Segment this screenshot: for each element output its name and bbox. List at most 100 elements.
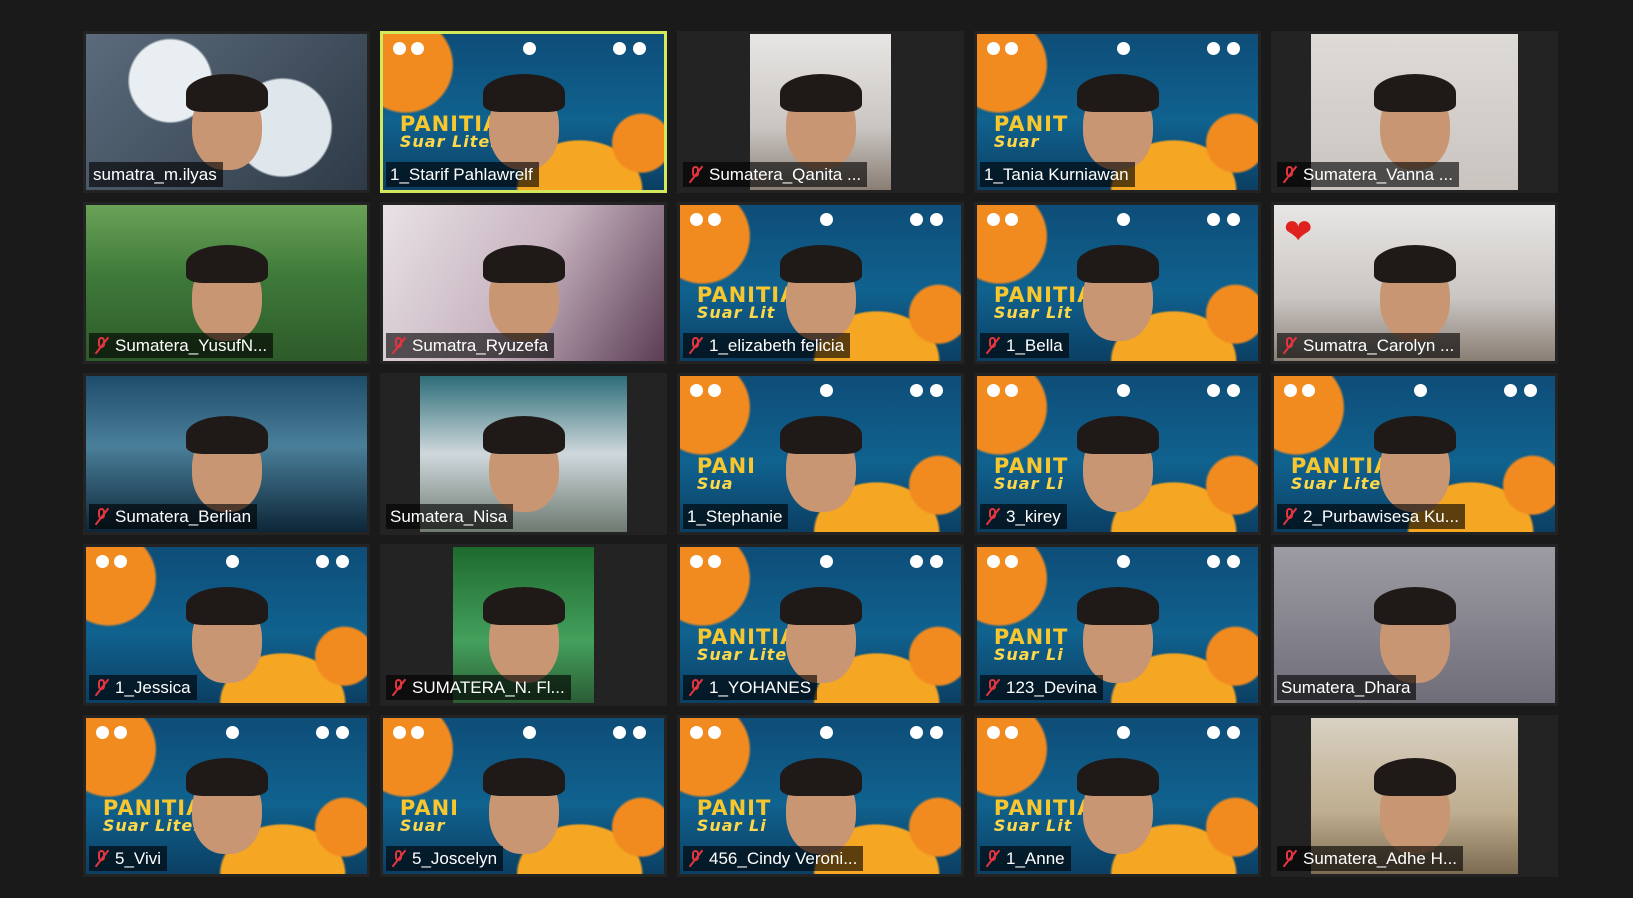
participant-name: Sumatra_Carolyn ... xyxy=(1303,336,1455,355)
muted-microphone-icon xyxy=(984,849,1001,868)
participant-nametag: Sumatera_Qanita ... xyxy=(683,162,868,187)
logo-icon xyxy=(613,42,626,55)
muted-microphone-icon xyxy=(93,849,110,868)
logo-icon xyxy=(910,726,923,739)
participant-tile[interactable]: SUMATERA_N. Fl... xyxy=(380,544,667,706)
virtual-background-banner: PANITIA Suar Lite xyxy=(1291,456,1392,493)
logo-icon xyxy=(336,555,349,568)
participant-name: Sumatera_Nisa xyxy=(390,507,508,526)
logo-icon xyxy=(1227,726,1240,739)
logo-icon xyxy=(987,555,1000,568)
participant-nametag: Sumatera_Berlian xyxy=(89,504,258,529)
sponsor-logos xyxy=(1284,384,1545,398)
participant-face xyxy=(1076,415,1159,512)
banner-subtitle: Suar Liter xyxy=(399,132,500,152)
participant-tile[interactable]: Sumatera_Vanna ... xyxy=(1271,31,1558,193)
participant-tile[interactable]: PANI Sua 1_Stephanie xyxy=(677,373,964,535)
participant-tile[interactable]: Sumatera_Qanita ... xyxy=(677,31,964,193)
participant-tile[interactable]: sumatra_m.ilyas xyxy=(83,31,370,193)
logo-icon xyxy=(336,726,349,739)
participant-name: Sumatera_Dhara xyxy=(1281,678,1411,697)
logo-icon xyxy=(613,726,626,739)
muted-microphone-icon xyxy=(687,165,704,184)
banner-subtitle: Suar Li xyxy=(696,816,767,836)
logo-icon xyxy=(393,726,406,739)
participant-name: 1_Jessica xyxy=(115,678,191,697)
sponsor-logos xyxy=(393,726,654,740)
participant-tile[interactable]: PANIT Suar Li 3_kirey xyxy=(974,373,1261,535)
participant-name: 1_Tania Kurniawan xyxy=(984,165,1129,184)
sponsor-logos xyxy=(96,726,357,740)
logo-icon xyxy=(1005,42,1018,55)
logo-icon xyxy=(1207,384,1220,397)
logo-icon xyxy=(1207,555,1220,568)
participant-face xyxy=(1076,757,1159,854)
logo-icon xyxy=(633,42,646,55)
sponsor-logos xyxy=(987,555,1248,569)
logo-icon xyxy=(1284,384,1297,397)
sponsor-logos xyxy=(690,555,951,569)
logo-icon xyxy=(987,42,1000,55)
logo-icon xyxy=(1302,384,1315,397)
participant-name: sumatra_m.ilyas xyxy=(93,165,217,184)
participant-name: 5_Vivi xyxy=(115,849,161,868)
logo-icon xyxy=(1207,42,1220,55)
participant-name: 1_Bella xyxy=(1006,336,1063,355)
participant-tile[interactable]: ❤ Sumatra_Carolyn ... xyxy=(1271,202,1558,364)
participant-tile[interactable]: Sumatera_Dhara xyxy=(1271,544,1558,706)
participant-tile[interactable]: PANITIA Suar Lit 1_elizabeth felicia xyxy=(677,202,964,364)
participant-name: SUMATERA_N. Fl... xyxy=(412,678,565,697)
video-gallery-grid: sumatra_m.ilyas PANITIA Suar Liter 1_Starif… xyxy=(83,31,1558,877)
participant-name: 1_Starif Pahlawrelf xyxy=(390,165,533,184)
participant-nametag: 1_Stephanie xyxy=(683,504,789,529)
logo-icon xyxy=(930,213,943,226)
participant-face xyxy=(1373,415,1456,512)
participant-tile[interactable]: PANITIA Suar Lit 1_Anne xyxy=(974,715,1261,877)
participant-face xyxy=(779,415,862,512)
participant-nametag: Sumatra_Carolyn ... xyxy=(1277,333,1461,358)
logo-icon xyxy=(708,384,721,397)
participant-tile[interactable]: PANITIA Suar Literasi 5_Vivi xyxy=(83,715,370,877)
participant-name: 1_YOHANES xyxy=(709,678,812,697)
participant-nametag: 123_Devina xyxy=(980,675,1103,700)
participant-nametag: sumatra_m.ilyas xyxy=(89,162,223,187)
muted-microphone-icon xyxy=(984,507,1001,526)
sponsor-logos xyxy=(987,42,1248,56)
participant-tile[interactable]: Sumatera_YusufN... xyxy=(83,202,370,364)
participant-tile[interactable]: PANITIA Suar Lit 1_Bella xyxy=(974,202,1261,364)
participant-tile[interactable]: PANIT Suar Li 456_Cindy Veroni... xyxy=(677,715,964,877)
logo-icon xyxy=(633,726,646,739)
participant-nametag: SUMATERA_N. Fl... xyxy=(386,675,571,700)
muted-microphone-icon xyxy=(390,336,407,355)
participant-tile[interactable]: PANITIA Suar Lite 2_Purbawisesa Ku... xyxy=(1271,373,1558,535)
muted-microphone-icon xyxy=(390,678,407,697)
participant-nametag: 1_Tania Kurniawan xyxy=(980,162,1135,187)
sponsor-logos xyxy=(690,726,951,740)
participant-tile[interactable]: PANI Suar 5_Joscelyn xyxy=(380,715,667,877)
participant-tile[interactable]: Sumatera_Nisa xyxy=(380,373,667,535)
participant-face xyxy=(482,757,565,854)
participant-face xyxy=(185,244,268,341)
participant-nametag: 1_Jessica xyxy=(89,675,197,700)
participant-tile[interactable]: Sumatera_Adhe H... xyxy=(1271,715,1558,877)
participant-name: 456_Cindy Veroni... xyxy=(709,849,858,868)
participant-tile[interactable]: PANITIA Suar Liter 1_Starif Pahlawrelf xyxy=(380,31,667,193)
logo-icon xyxy=(690,726,703,739)
logo-icon xyxy=(1005,384,1018,397)
virtual-background-banner: PANIT Suar xyxy=(994,114,1068,151)
logo-icon xyxy=(690,384,703,397)
logo-icon xyxy=(523,42,536,55)
participant-nametag: 5_Joscelyn xyxy=(386,846,504,871)
virtual-background-banner: PANI Suar xyxy=(400,798,459,835)
participant-tile[interactable]: PANIT Suar Li 123_Devina xyxy=(974,544,1261,706)
muted-microphone-icon xyxy=(93,336,110,355)
participant-tile[interactable]: 1_Jessica xyxy=(83,544,370,706)
muted-microphone-icon xyxy=(687,336,704,355)
participant-tile[interactable]: Sumatera_Berlian xyxy=(83,373,370,535)
virtual-background-banner: PANIT Suar Li xyxy=(994,456,1068,493)
logo-icon xyxy=(910,213,923,226)
participant-name: 2_Purbawisesa Ku... xyxy=(1303,507,1459,526)
participant-tile[interactable]: PANITIA Suar Lite 1_YOHANES xyxy=(677,544,964,706)
participant-tile[interactable]: Sumatra_Ryuzefa xyxy=(380,202,667,364)
participant-tile[interactable]: PANIT Suar 1_Tania Kurniawan xyxy=(974,31,1261,193)
